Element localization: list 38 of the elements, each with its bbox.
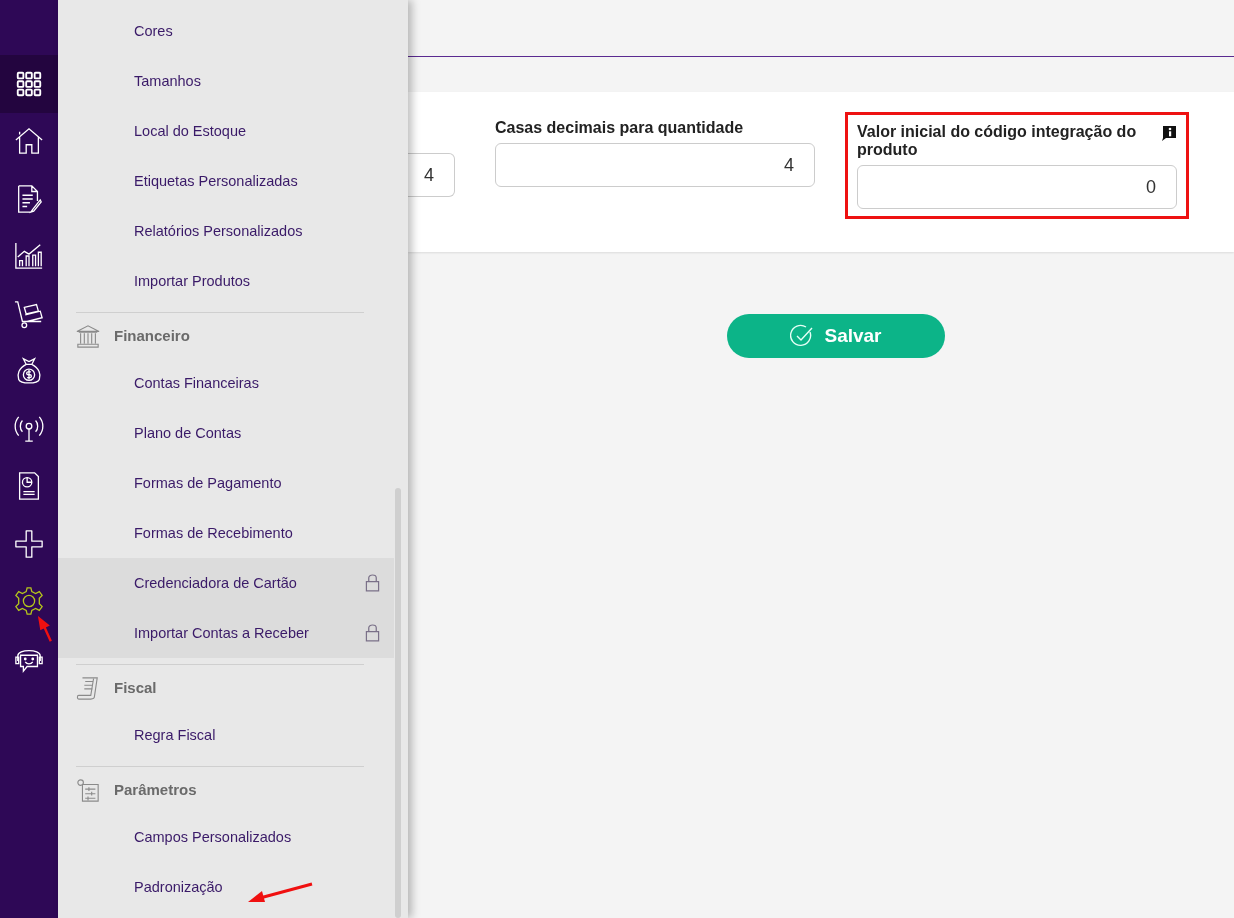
menu-item[interactable]: Tamanhos [58,56,394,106]
scroll-icon [76,675,100,700]
menu-item[interactable]: Formas de Pagamento [58,458,394,508]
field-label: Casas decimais para quantidade [495,119,744,137]
number-field[interactable]: 4 [495,143,815,187]
gear-icon[interactable] [14,586,44,617]
section-heading: Parâmetros [114,781,197,798]
scrollbar[interactable] [395,488,401,918]
plus-icon[interactable] [14,528,44,559]
section-heading: Financeiro [114,327,190,344]
home-icon[interactable] [14,126,44,157]
menu-item[interactable]: Regra Fiscal [58,710,394,760]
field-label: Valor inicial do código integração do produto [857,123,1138,159]
lock-icon [365,623,380,642]
money-bag-icon[interactable] [14,356,44,387]
lock-icon [365,573,380,592]
number-field[interactable]: 4 [408,153,455,197]
menu-item[interactable]: Padronização [58,862,394,912]
menu-item[interactable]: Cores [58,6,394,56]
check-circle-icon [790,324,815,348]
section-heading: Fiscal [114,679,157,696]
menu-item[interactable]: Credenciadora de Cartão [58,558,394,608]
chart-icon[interactable] [14,241,44,272]
menu-item[interactable]: Plano de Contas [58,408,394,458]
menu-item[interactable]: Importar Produtos [58,256,394,306]
menu-item[interactable]: Formas de Recebimento [58,508,394,558]
menu-item[interactable]: Importar Contas a Receber [58,608,394,658]
menu-item[interactable]: Contas Financeiras [58,358,394,408]
menu-item[interactable]: Campos Personalizados [58,812,394,862]
cart-icon[interactable] [14,298,44,329]
menu-item[interactable]: Relatórios Personalizados [58,206,394,256]
info-icon[interactable] [1161,125,1177,141]
menu-item[interactable]: Local do Estoque [58,106,394,156]
sliders-icon [76,777,100,802]
menu-item[interactable]: Etiquetas Personalizadas [58,156,394,206]
number-field[interactable]: 0 [857,165,1177,209]
rail-item[interactable] [0,55,58,113]
bank-icon [76,323,100,348]
